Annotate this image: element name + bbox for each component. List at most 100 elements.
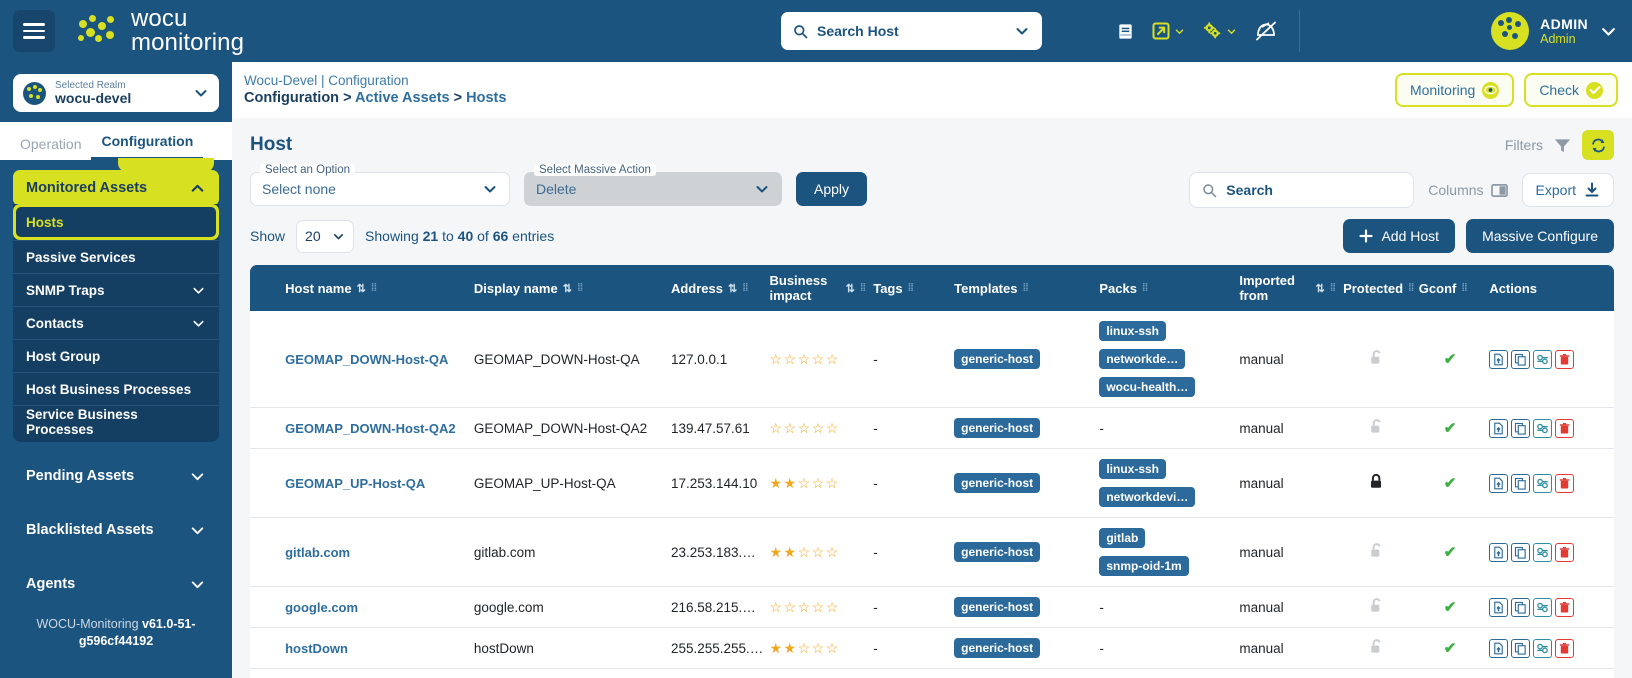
row-select-cell[interactable]: [250, 669, 282, 678]
breadcrumb-active-assets[interactable]: Active Assets: [355, 90, 450, 106]
chevron-down-icon[interactable]: [1014, 23, 1030, 39]
business-impact-stars[interactable]: ☆☆☆☆☆: [770, 351, 840, 367]
row-select-cell[interactable]: [250, 628, 282, 669]
notifications-disabled-button[interactable]: [1247, 15, 1285, 47]
file-upload-icon[interactable]: [1489, 638, 1509, 658]
open-external-button[interactable]: [1145, 17, 1191, 45]
file-upload-icon[interactable]: [1489, 349, 1509, 369]
sidebar-item-snmp-traps[interactable]: SNMP Traps: [13, 273, 219, 306]
th-packs[interactable]: Packs ⁞⁞: [1095, 265, 1236, 311]
resize-grip-icon[interactable]: ⁞⁞: [1408, 282, 1414, 294]
host-name-link[interactable]: hostDown: [285, 641, 348, 656]
chevron-down-icon[interactable]: [193, 85, 209, 101]
sort-icon[interactable]: ⇅: [728, 282, 737, 295]
sidebar-item-service-business-processes[interactable]: Service Business Processes: [13, 405, 219, 438]
chevron-down-icon[interactable]: [1174, 26, 1185, 37]
host-name-link[interactable]: gitlab.com: [285, 545, 350, 560]
resize-grip-icon[interactable]: ⁞⁞: [1461, 282, 1467, 294]
columns-button[interactable]: Columns: [1428, 182, 1508, 198]
sort-icon[interactable]: ⇅: [1316, 282, 1325, 295]
template-chip[interactable]: generic-host: [954, 418, 1041, 438]
table-row[interactable]: google.com google.com 216.58.215.… ☆☆☆☆☆ - ge…: [250, 587, 1614, 628]
cell-protected[interactable]: [1339, 311, 1415, 408]
cell-protected[interactable]: [1339, 408, 1415, 449]
row-select-cell[interactable]: [250, 587, 282, 628]
sidebar-group-pending-assets[interactable]: Pending Assets: [13, 456, 219, 496]
table-row[interactable]: GEOMAP_DOWN-Host-QA GEOMAP_DOWN-Host-QA 12…: [250, 311, 1614, 408]
business-impact-stars[interactable]: ☆☆☆☆☆: [770, 599, 840, 615]
pack-chip[interactable]: linux-ssh: [1099, 459, 1167, 479]
monitoring-button[interactable]: Monitoring: [1394, 73, 1515, 107]
breadcrumb-hosts[interactable]: Hosts: [466, 90, 506, 106]
cell-protected[interactable]: [1339, 669, 1415, 678]
sidebar-item-passive-services[interactable]: Passive Services: [13, 240, 219, 273]
breadcrumb-root[interactable]: Configuration: [244, 90, 339, 106]
copy-icon[interactable]: [1511, 638, 1531, 658]
chevron-down-icon[interactable]: [1226, 26, 1237, 37]
resize-grip-icon[interactable]: ⁞⁞: [1022, 282, 1028, 294]
refresh-button[interactable]: [1582, 130, 1614, 160]
file-upload-icon[interactable]: [1489, 597, 1509, 617]
delete-icon[interactable]: [1555, 597, 1575, 617]
config-icon[interactable]: [1533, 418, 1553, 438]
copy-icon[interactable]: [1511, 418, 1531, 438]
tab-configuration[interactable]: Configuration: [91, 133, 204, 160]
config-icon[interactable]: [1533, 349, 1553, 369]
business-impact-stars[interactable]: ★★☆☆☆: [770, 544, 840, 560]
sidebar-item-host-business-processes[interactable]: Host Business Processes: [13, 372, 219, 405]
cell-protected[interactable]: [1339, 628, 1415, 669]
page-size-select[interactable]: 20: [296, 219, 355, 253]
template-chip[interactable]: generic-host: [954, 542, 1041, 562]
file-upload-icon[interactable]: [1489, 542, 1509, 562]
table-search-input[interactable]: Search: [1189, 172, 1415, 208]
cell-protected[interactable]: [1339, 587, 1415, 628]
pack-chip[interactable]: wocu-health…: [1099, 377, 1196, 397]
sort-icon[interactable]: ⇅: [357, 282, 366, 295]
host-name-link[interactable]: GEOMAP_DOWN-Host-QA2: [285, 421, 455, 436]
table-row[interactable]: GEOMAP_DOWN-Host-QA2 GEOMAP_DOWN-Host-QA2…: [250, 408, 1614, 449]
host-name-link[interactable]: google.com: [285, 600, 358, 615]
export-button[interactable]: Export: [1521, 173, 1614, 207]
th-tags[interactable]: Tags ⁞⁞: [869, 265, 951, 311]
sidebar-group-blacklisted-assets[interactable]: Blacklisted Assets: [13, 510, 219, 550]
row-select-cell[interactable]: [250, 408, 282, 449]
table-row[interactable]: hostDown hostDown 255.255.255.… ★★☆☆☆ - gener…: [250, 628, 1614, 669]
sidebar-item-contacts[interactable]: Contacts: [13, 306, 219, 339]
cell-protected[interactable]: [1339, 449, 1415, 518]
massive-configure-button[interactable]: Massive Configure: [1466, 219, 1614, 253]
delete-icon[interactable]: [1555, 473, 1575, 493]
row-select-cell[interactable]: [250, 311, 282, 408]
sort-icon[interactable]: ⇅: [563, 282, 572, 295]
copy-icon[interactable]: [1511, 473, 1531, 493]
check-button[interactable]: Check: [1524, 73, 1618, 107]
apply-button[interactable]: Apply: [796, 172, 868, 206]
template-chip[interactable]: generic-host: [954, 597, 1041, 617]
file-upload-icon[interactable]: [1489, 473, 1509, 493]
global-search-host[interactable]: Search Host: [781, 12, 1042, 50]
business-impact-stars[interactable]: ☆☆☆☆☆: [770, 420, 840, 436]
table-row[interactable]: GEOMAP_UP-Host-QA GEOMAP_UP-Host-QA 17.253…: [250, 449, 1614, 518]
pack-chip[interactable]: networkde…: [1099, 349, 1186, 369]
template-chip[interactable]: generic-host: [954, 349, 1041, 369]
th-imported-from[interactable]: Imported from ⇅ ⁞⁞: [1235, 265, 1340, 311]
tab-operation[interactable]: Operation: [10, 136, 91, 160]
business-impact-stars[interactable]: ★★☆☆☆: [770, 475, 840, 491]
resize-grip-icon[interactable]: ⁞⁞: [371, 282, 377, 294]
copy-icon[interactable]: [1511, 349, 1531, 369]
add-host-button[interactable]: Add Host: [1343, 219, 1456, 253]
hamburger-menu-icon[interactable]: [13, 10, 55, 52]
copy-icon[interactable]: [1511, 542, 1531, 562]
sort-icon[interactable]: ⇅: [846, 282, 855, 295]
resize-grip-icon[interactable]: ⁞⁞: [742, 282, 748, 294]
sidebar-item-hosts[interactable]: Hosts: [13, 204, 219, 240]
th-address[interactable]: Address ⇅ ⁞⁞: [666, 265, 766, 311]
pack-chip[interactable]: snmp-oid-1m: [1099, 556, 1189, 576]
delete-icon[interactable]: [1555, 418, 1575, 438]
th-templates[interactable]: Templates ⁞⁞: [950, 265, 1096, 311]
select-massive-action-dropdown[interactable]: Delete: [524, 172, 782, 206]
table-row[interactable]: gitlab.com gitlab.com 23.253.183.… ★★☆☆☆ - ge…: [250, 518, 1614, 587]
user-account-menu[interactable]: ADMIN Admin: [1491, 0, 1618, 62]
row-select-cell[interactable]: [250, 449, 282, 518]
pack-chip[interactable]: linux-ssh: [1099, 321, 1167, 341]
delete-icon[interactable]: [1555, 349, 1575, 369]
